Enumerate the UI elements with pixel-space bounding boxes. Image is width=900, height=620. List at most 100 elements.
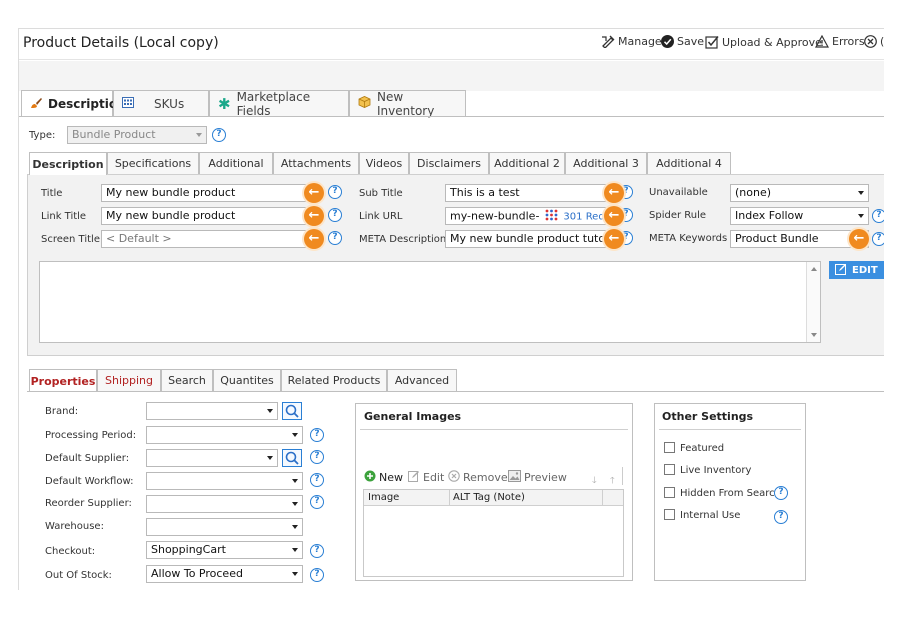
arrow-left-icon[interactable]: ← (849, 229, 869, 249)
header-shade (19, 61, 884, 91)
checkout-label: Checkout: (45, 546, 96, 557)
brand-select[interactable] (146, 402, 278, 420)
checkout-value: ShoppingCart (151, 543, 226, 556)
internal-use-checkbox[interactable] (664, 509, 675, 520)
column-header-alt-tag[interactable]: ALT Tag (Note) (453, 492, 525, 503)
unavailable-select[interactable]: (none) (730, 184, 869, 202)
dtab-additional-2[interactable]: Additional 2 (489, 152, 565, 174)
textarea-scrollbar[interactable] (806, 262, 820, 342)
dtab-specifications[interactable]: Specifications (107, 152, 199, 174)
dtab-label: Description (32, 157, 104, 171)
warehouse-select[interactable] (146, 518, 303, 536)
title-input[interactable]: My new bundle product (101, 184, 316, 202)
processing-period-select[interactable] (146, 426, 303, 444)
upload-approve-button[interactable]: Upload & Approve (705, 35, 822, 49)
edit-button[interactable]: EDIT (829, 261, 884, 279)
preview-image-button[interactable]: Preview (508, 470, 567, 485)
help-icon[interactable]: ? (310, 495, 324, 509)
tab-marketplace-fields[interactable]: ✱ Marketplace Fields (209, 90, 349, 118)
help-icon[interactable]: ? (872, 232, 884, 246)
ptab-search[interactable]: Search (161, 369, 213, 391)
close-button[interactable]: ( (864, 35, 884, 48)
help-icon[interactable]: ? (212, 128, 226, 142)
column-header-image[interactable]: Image (368, 492, 399, 503)
scroll-down-icon[interactable] (811, 333, 817, 337)
reorder-supplier-select[interactable] (146, 495, 303, 513)
description-textarea[interactable] (39, 261, 821, 343)
move-down-icon[interactable]: 🡓 (592, 473, 597, 489)
dtab-videos[interactable]: Videos (359, 152, 409, 174)
help-icon[interactable]: ? (310, 428, 324, 442)
help-icon[interactable]: ? (872, 209, 884, 223)
unavailable-value: (none) (735, 186, 772, 199)
new-image-button[interactable]: New (364, 470, 403, 485)
spider-rule-value: Index Follow (735, 209, 804, 222)
dtab-attachments[interactable]: Attachments (273, 152, 359, 174)
arrow-left-icon[interactable]: ← (604, 183, 624, 203)
warehouse-label: Warehouse: (45, 521, 104, 532)
meta-description-input[interactable]: My new bundle product tutorial (445, 230, 615, 248)
edit-image-button[interactable]: Edit (408, 470, 444, 485)
help-icon[interactable]: ? (310, 544, 324, 558)
arrow-left-icon[interactable]: ← (604, 229, 624, 249)
type-select[interactable]: Bundle Product (67, 126, 207, 144)
dtab-label: Disclaimers (417, 157, 481, 170)
help-icon[interactable]: ? (328, 208, 342, 222)
dtab-label: Additional 2 (494, 157, 560, 170)
supplier-search-button[interactable] (282, 449, 302, 467)
manage-button[interactable]: Manage (601, 35, 662, 48)
hidden-from-search-checkbox[interactable] (664, 487, 675, 498)
dtab-additional-3[interactable]: Additional 3 (565, 152, 647, 174)
tab-description[interactable]: Description (21, 90, 126, 117)
scroll-up-icon[interactable] (811, 267, 817, 271)
help-icon[interactable]: ? (774, 486, 788, 500)
ptab-shipping[interactable]: Shipping (97, 369, 161, 391)
save-label: Save (677, 35, 705, 48)
hidden-from-search-label: Hidden From Search (680, 488, 781, 499)
arrow-left-icon[interactable]: ← (304, 206, 324, 226)
dtab-additional-4[interactable]: Additional 4 (647, 152, 731, 174)
tab-new-inventory[interactable]: New Inventory (349, 89, 466, 118)
tab-skus[interactable]: SKUs (113, 90, 209, 116)
spider-rule-select[interactable]: Index Follow (730, 207, 869, 225)
help-icon[interactable]: ? (310, 450, 324, 464)
divider (602, 490, 603, 506)
link-url-input[interactable]: my-new-bundle- 301 Redirect (445, 207, 615, 225)
dtab-description[interactable]: Description (29, 152, 107, 175)
brand-search-button[interactable] (282, 402, 302, 420)
live-inventory-checkbox[interactable] (664, 464, 675, 475)
chevron-down-icon (292, 479, 298, 483)
sub-title-input[interactable]: This is a test (445, 184, 615, 202)
help-icon[interactable]: ? (310, 473, 324, 487)
arrow-left-icon[interactable]: ← (304, 229, 324, 249)
dtab-additional[interactable]: Additional (199, 152, 273, 174)
featured-checkbox[interactable] (664, 442, 675, 453)
link-title-input[interactable]: My new bundle product (101, 207, 316, 225)
arrow-left-icon[interactable]: ← (604, 206, 624, 226)
default-supplier-label: Default Supplier: (45, 453, 130, 464)
ptab-related-products[interactable]: Related Products (281, 369, 387, 391)
move-up-icon[interactable]: 🡑 (610, 473, 615, 489)
remove-image-button[interactable]: Remove (448, 470, 508, 485)
dtab-disclaimers[interactable]: Disclaimers (409, 152, 489, 174)
arrow-left-icon[interactable]: ← (304, 183, 324, 203)
help-icon[interactable]: ? (328, 185, 342, 199)
ptab-advanced[interactable]: Advanced (387, 369, 457, 391)
checkout-select[interactable]: ShoppingCart (146, 541, 303, 559)
errors-button[interactable]: Errors (815, 35, 865, 48)
ptab-label: Properties (30, 374, 96, 388)
help-icon[interactable]: ? (310, 568, 324, 582)
chevron-down-icon (292, 548, 298, 552)
screen-title-input[interactable]: < Default > (101, 230, 316, 248)
save-button[interactable]: Save (661, 35, 704, 48)
ptab-properties[interactable]: Properties (29, 369, 97, 392)
help-icon[interactable]: ? (774, 510, 788, 524)
ptab-quantites[interactable]: Quantites (213, 369, 281, 391)
chevron-down-icon (292, 433, 298, 437)
default-workflow-select[interactable] (146, 472, 303, 490)
meta-keywords-label: META Keywords (649, 233, 728, 244)
default-supplier-select[interactable] (146, 449, 278, 467)
help-icon[interactable]: ? (328, 231, 342, 245)
tab-new-inventory-label: New Inventory (377, 89, 435, 118)
out-of-stock-select[interactable]: Allow To Proceed (146, 565, 303, 583)
